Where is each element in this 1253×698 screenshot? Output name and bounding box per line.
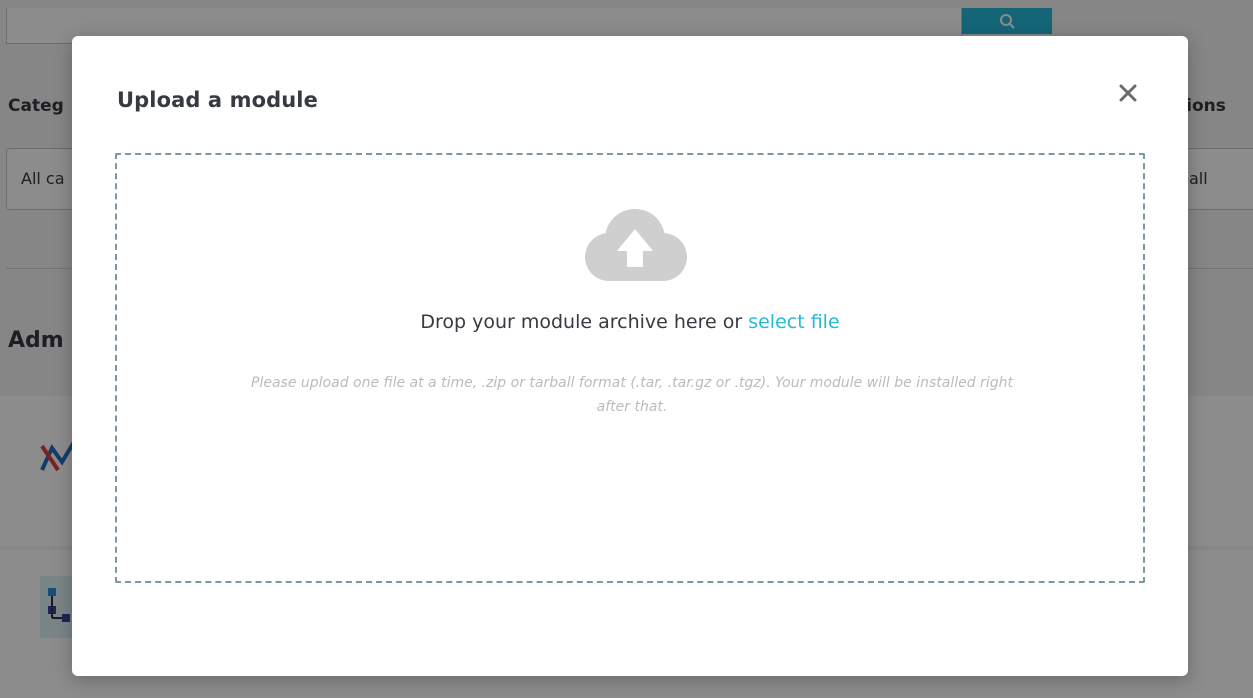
select-file-link[interactable]: select file — [748, 311, 839, 333]
upload-hint-line: Please upload one file at a time, .zip o… — [251, 375, 1013, 391]
upload-module-modal: Upload a module Drop your module archive… — [72, 36, 1188, 676]
upload-hint: Please upload one file at a time, .zip o… — [167, 371, 1097, 419]
close-button[interactable] — [1113, 78, 1143, 108]
close-icon — [1119, 84, 1137, 102]
upload-hint-line: after that. — [596, 399, 668, 415]
cloud-upload-icon — [585, 209, 687, 281]
drop-instruction: Drop your module archive here or select … — [117, 311, 1143, 333]
drop-instruction-text: Drop your module archive here or — [420, 311, 749, 333]
modal-title: Upload a module — [117, 88, 318, 112]
upload-dropzone[interactable]: Drop your module archive here or select … — [115, 153, 1145, 583]
